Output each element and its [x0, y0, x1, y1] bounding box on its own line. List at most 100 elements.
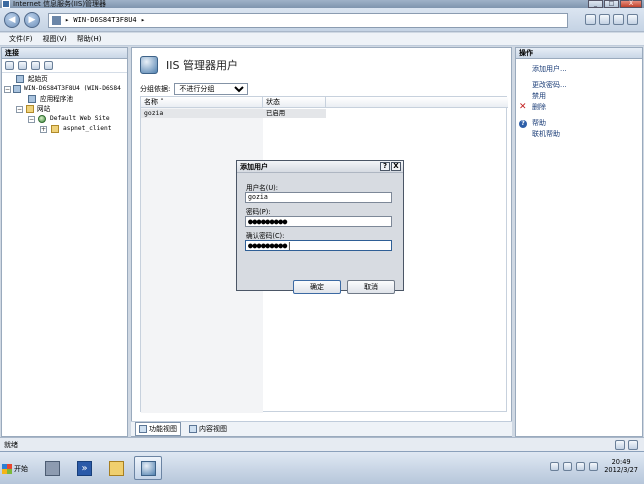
start-button[interactable]: 开始: [2, 461, 34, 477]
page-title: IIS 管理器用户: [166, 59, 238, 72]
group-by-bar: 分组依据: 不进行分组: [140, 82, 249, 95]
connections-tree: 起始页 − WIN-D6S84T3F8U4 (WIN-D6S84 应用程序池 −…: [2, 73, 127, 134]
action-label: 帮助: [532, 119, 546, 127]
network-error-icon[interactable]: [576, 461, 586, 471]
address-text: ▸ WIN-D6S84T3F8U4 ▸: [65, 16, 146, 24]
action-disable[interactable]: 禁用: [516, 91, 642, 102]
address-tools: [585, 14, 638, 25]
features-view-icon: [139, 425, 147, 433]
taskbar-iis-manager[interactable]: [134, 456, 162, 480]
back-button[interactable]: ◀: [4, 12, 20, 28]
dialog-close-button[interactable]: X: [391, 162, 401, 171]
collapse-icon[interactable]: −: [16, 106, 23, 113]
globe-icon: [38, 115, 46, 123]
action-label: 更改密码...: [532, 81, 567, 89]
table-header: 名称 ˄ 状态: [141, 97, 508, 108]
computer-icon[interactable]: [563, 461, 573, 471]
taskbar-explorer[interactable]: [102, 456, 130, 480]
action-label: 联机帮助: [532, 130, 560, 138]
tree-item-aspnet-client[interactable]: + aspnet_client: [2, 124, 127, 134]
explorer-folder-icon: [109, 461, 124, 476]
group-by-select[interactable]: 不进行分组: [174, 82, 249, 95]
tab-content-view[interactable]: 内容视图: [185, 422, 231, 436]
window-controls: _ □ X: [588, 0, 642, 8]
status-icons: [615, 440, 638, 450]
tree-item-label: 起始页: [28, 75, 48, 83]
start-label: 开始: [14, 465, 28, 473]
server-icon: [52, 16, 61, 25]
username-field[interactable]: gozia: [245, 192, 392, 203]
tree-item-label: 应用程序池: [40, 95, 73, 103]
column-header-label: 名称: [144, 98, 158, 106]
ok-button[interactable]: 确定: [293, 280, 341, 294]
taskbar-server-manager[interactable]: [38, 456, 66, 480]
server-icon: [13, 85, 21, 93]
collapse-icon[interactable]: −: [4, 86, 11, 93]
system-tray: 20:49 2012/3/27: [550, 458, 638, 474]
volume-icon[interactable]: [589, 461, 599, 471]
table-row[interactable]: gozia 已启用: [141, 109, 326, 118]
tree-item-start-page[interactable]: 起始页: [2, 74, 127, 84]
tree-item-default-web-site[interactable]: − Default Web Site: [2, 114, 127, 124]
group-by-label: 分组依据:: [140, 84, 171, 93]
content-view-icon: [189, 425, 197, 433]
status-text: 就绪: [4, 441, 18, 449]
save-icon[interactable]: [18, 61, 27, 70]
iis-manager-icon: [141, 461, 156, 476]
action-online-help[interactable]: 联机帮助: [516, 129, 642, 140]
tree-item-server[interactable]: − WIN-D6S84T3F8U4 (WIN-D6S84: [2, 84, 127, 94]
collapse-icon[interactable]: −: [28, 116, 35, 123]
menu-help[interactable]: 帮助(H): [77, 33, 102, 45]
actions-panel: 操作 添加用户... 更改密码... 禁用 ✕ 删除 ? 帮助 联机帮助: [515, 47, 643, 437]
refresh-icon[interactable]: [599, 14, 610, 25]
tree-item-app-pools[interactable]: 应用程序池: [2, 94, 127, 104]
dialog-help-button[interactable]: ?: [380, 162, 390, 171]
connections-header: 连接: [2, 48, 127, 59]
connect-icon[interactable]: [5, 61, 14, 70]
help-menu-icon[interactable]: [627, 14, 638, 25]
minimize-button[interactable]: _: [588, 0, 603, 8]
flag-icon[interactable]: [550, 461, 560, 471]
title-bar: Internet 信息服务(IIS)管理器 _ □ X: [0, 0, 644, 8]
resize-grip-icon[interactable]: [628, 440, 638, 450]
connections-toolbar: [2, 59, 127, 73]
tree-item-label: aspnet_client: [63, 125, 112, 132]
action-change-password[interactable]: 更改密码...: [516, 80, 642, 91]
action-label: 禁用: [532, 92, 546, 100]
tree-item-sites[interactable]: − 网站: [2, 104, 127, 114]
action-delete[interactable]: ✕ 删除: [516, 102, 642, 113]
column-header-name[interactable]: 名称 ˄: [141, 97, 263, 107]
disconnect-icon[interactable]: [44, 61, 53, 70]
home-icon[interactable]: [613, 14, 624, 25]
menu-file[interactable]: 文件(F): [9, 33, 33, 45]
up-icon[interactable]: [31, 61, 40, 70]
clock[interactable]: 20:49 2012/3/27: [604, 458, 638, 474]
address-field[interactable]: ▸ WIN-D6S84T3F8U4 ▸: [48, 13, 568, 28]
app-pool-icon: [28, 95, 36, 103]
close-button[interactable]: X: [620, 0, 642, 8]
cell-name: gozia: [144, 109, 164, 117]
forward-button[interactable]: ▶: [24, 12, 40, 28]
action-add-user[interactable]: 添加用户...: [516, 64, 642, 75]
windows-logo-icon: [2, 464, 12, 474]
expand-icon[interactable]: +: [40, 126, 47, 133]
action-help[interactable]: ? 帮助: [516, 118, 642, 129]
menu-view[interactable]: 视图(V): [43, 33, 67, 45]
dialog-title: 添加用户: [240, 163, 268, 171]
password-field[interactable]: ●●●●●●●●●: [245, 216, 392, 227]
column-header-status[interactable]: 状态: [263, 97, 326, 107]
taskbar-powershell[interactable]: »: [70, 456, 98, 480]
maximize-button[interactable]: □: [604, 0, 619, 8]
connect-icon[interactable]: [585, 14, 596, 25]
confirm-password-field[interactable]: ●●●●●●●●●|: [245, 240, 392, 251]
taskbar: 开始 » 20:49 2012/3/27: [0, 451, 644, 484]
users-icon: [140, 56, 158, 74]
cancel-button[interactable]: 取消: [347, 280, 395, 294]
tree-item-label: Default Web Site: [50, 115, 110, 122]
view-tabs: 功能视图 内容视图: [131, 421, 512, 436]
tree-item-label: 网站: [37, 105, 51, 113]
tab-features-view[interactable]: 功能视图: [135, 422, 181, 436]
action-label: 删除: [532, 103, 546, 111]
tab-label: 内容视图: [199, 425, 227, 433]
dialog-controls: ? X: [380, 162, 401, 171]
